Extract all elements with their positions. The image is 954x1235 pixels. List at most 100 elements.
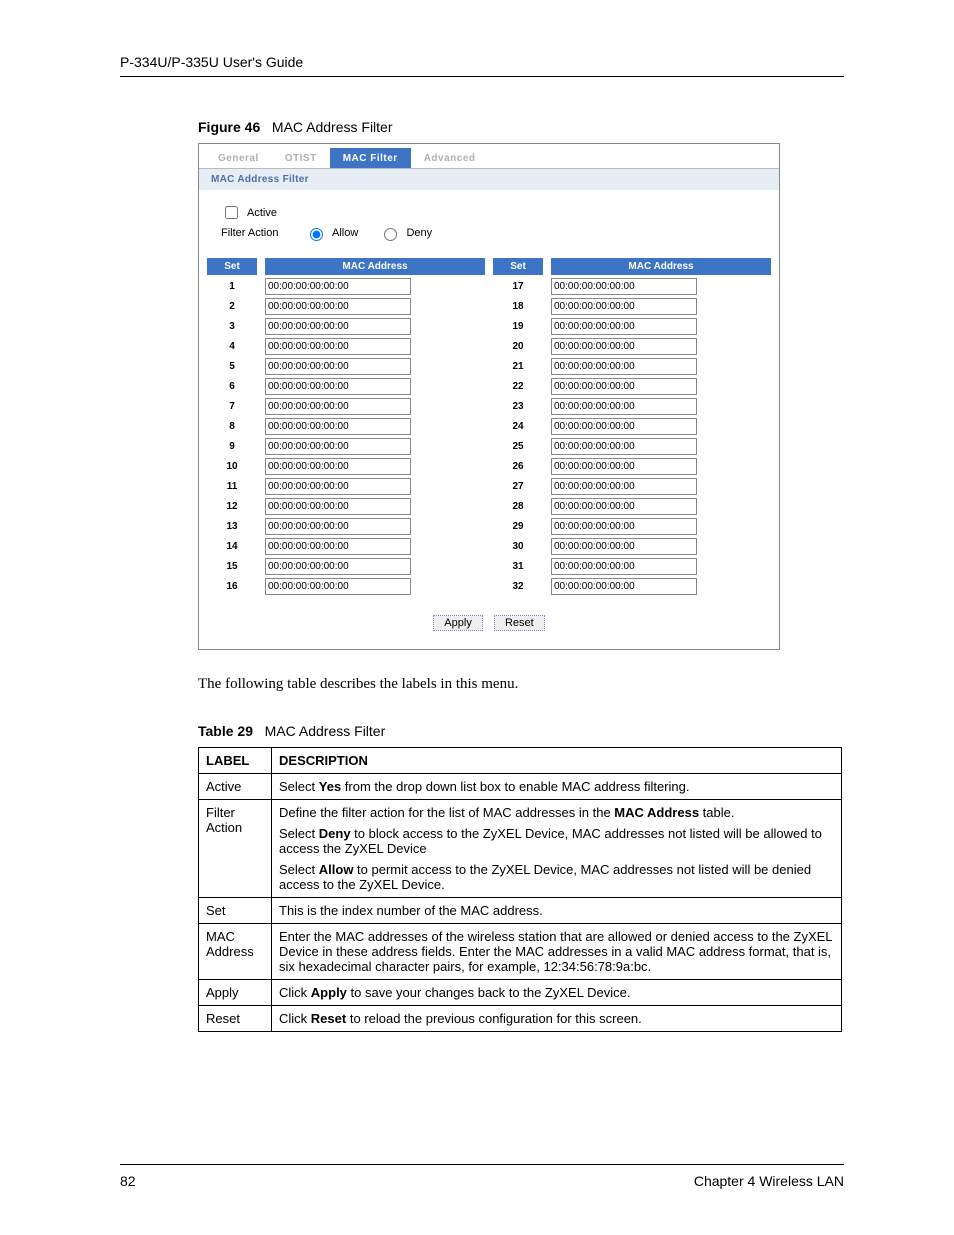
set-number: 27: [493, 481, 543, 492]
set-number: 14: [207, 541, 257, 552]
tab-advanced[interactable]: Advanced: [411, 148, 489, 168]
row-reset-label: Reset: [199, 1006, 272, 1032]
active-checkbox[interactable]: [225, 206, 238, 219]
set-number: 22: [493, 381, 543, 392]
mac-input[interactable]: [265, 458, 411, 475]
set-number: 20: [493, 341, 543, 352]
th-label: LABEL: [199, 748, 272, 774]
col-set-right: Set: [493, 258, 543, 275]
mac-input[interactable]: [551, 538, 697, 555]
mac-input[interactable]: [551, 378, 697, 395]
deny-label: Deny: [406, 227, 432, 239]
mac-input[interactable]: [551, 438, 697, 455]
mac-input[interactable]: [265, 298, 411, 315]
mac-input[interactable]: [551, 358, 697, 375]
form-area: Active Filter Action Allow Deny: [199, 190, 779, 258]
mac-input[interactable]: [265, 578, 411, 595]
mac-input[interactable]: [551, 318, 697, 335]
mac-input[interactable]: [265, 498, 411, 515]
set-number: 3: [207, 321, 257, 332]
reset-button[interactable]: Reset: [494, 615, 545, 631]
mac-input[interactable]: [551, 518, 697, 535]
mac-input[interactable]: [265, 318, 411, 335]
mac-input[interactable]: [265, 398, 411, 415]
set-number: 21: [493, 361, 543, 372]
table-caption: Table 29 MAC Address Filter: [198, 723, 844, 739]
deny-radio[interactable]: [384, 228, 397, 241]
allow-radio[interactable]: [310, 228, 323, 241]
figure-caption: Figure 46 MAC Address Filter: [198, 119, 844, 135]
mac-input[interactable]: [551, 558, 697, 575]
mac-input[interactable]: [265, 558, 411, 575]
set-number: 30: [493, 541, 543, 552]
col-mac-right: MAC Address: [551, 258, 771, 275]
set-number: 9: [207, 441, 257, 452]
set-number: 15: [207, 561, 257, 572]
set-number: 1: [207, 281, 257, 292]
set-number: 16: [207, 581, 257, 592]
set-number: 8: [207, 421, 257, 432]
mac-input[interactable]: [265, 478, 411, 495]
mac-input[interactable]: [551, 278, 697, 295]
mac-input[interactable]: [265, 278, 411, 295]
set-number: 29: [493, 521, 543, 532]
set-number: 19: [493, 321, 543, 332]
mac-input[interactable]: [265, 378, 411, 395]
row-mac-desc: Enter the MAC addresses of the wireless …: [272, 924, 842, 980]
set-number: 4: [207, 341, 257, 352]
mac-input[interactable]: [551, 478, 697, 495]
mac-input[interactable]: [551, 298, 697, 315]
set-number: 31: [493, 561, 543, 572]
row-apply-label: Apply: [199, 980, 272, 1006]
set-number: 7: [207, 401, 257, 412]
set-number: 18: [493, 301, 543, 312]
row-active-desc: Select Yes from the drop down list box t…: [272, 774, 842, 800]
section-title: MAC Address Filter: [199, 169, 779, 190]
figure-title: MAC Address Filter: [272, 119, 393, 135]
mac-input[interactable]: [551, 458, 697, 475]
apply-button[interactable]: Apply: [433, 615, 483, 631]
mac-input[interactable]: [265, 338, 411, 355]
set-number: 6: [207, 381, 257, 392]
tab-mac-filter[interactable]: MAC Filter: [330, 148, 411, 168]
page-number: 82: [120, 1173, 136, 1189]
mac-input[interactable]: [265, 438, 411, 455]
mac-input[interactable]: [551, 338, 697, 355]
set-number: 23: [493, 401, 543, 412]
running-header: P-334U/P-335U User's Guide: [120, 54, 844, 77]
mac-grid: Set MAC Address Set MAC Address 11721831…: [207, 258, 771, 595]
set-number: 13: [207, 521, 257, 532]
filter-action-label: Filter Action: [221, 227, 299, 239]
description-table: LABEL DESCRIPTION Active Select Yes from…: [198, 747, 842, 1032]
set-number: 2: [207, 301, 257, 312]
mac-input[interactable]: [265, 418, 411, 435]
set-number: 5: [207, 361, 257, 372]
mac-input[interactable]: [551, 398, 697, 415]
mac-input[interactable]: [265, 518, 411, 535]
mac-input[interactable]: [265, 538, 411, 555]
page-footer: 82 Chapter 4 Wireless LAN: [120, 1164, 844, 1189]
th-desc: DESCRIPTION: [272, 748, 842, 774]
allow-label: Allow: [332, 227, 358, 239]
row-apply-desc: Click Apply to save your changes back to…: [272, 980, 842, 1006]
button-row: Apply Reset: [199, 609, 779, 649]
table-title: MAC Address Filter: [265, 723, 386, 739]
mac-input[interactable]: [551, 578, 697, 595]
mac-input[interactable]: [265, 358, 411, 375]
set-number: 28: [493, 501, 543, 512]
set-number: 32: [493, 581, 543, 592]
tab-otist[interactable]: OTIST: [272, 148, 330, 168]
set-number: 11: [207, 481, 257, 492]
figure-number: Figure 46: [198, 119, 260, 135]
intro-paragraph: The following table describes the labels…: [198, 676, 844, 693]
row-set-desc: This is the index number of the MAC addr…: [272, 898, 842, 924]
tab-general[interactable]: General: [205, 148, 272, 168]
active-label: Active: [247, 207, 277, 219]
row-filter-action-desc: Define the filter action for the list of…: [272, 800, 842, 898]
mac-input[interactable]: [551, 418, 697, 435]
row-set-label: Set: [199, 898, 272, 924]
mac-input[interactable]: [551, 498, 697, 515]
row-reset-desc: Click Reset to reload the previous confi…: [272, 1006, 842, 1032]
set-number: 24: [493, 421, 543, 432]
set-number: 25: [493, 441, 543, 452]
